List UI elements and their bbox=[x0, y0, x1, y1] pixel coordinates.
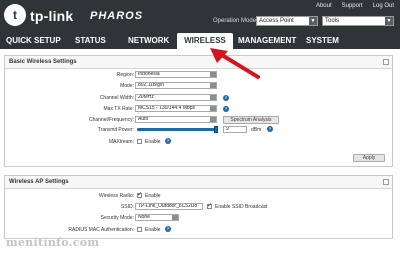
region-select[interactable]: Indonesia bbox=[135, 71, 217, 78]
brand-name: tp-link bbox=[30, 8, 74, 24]
operation-mode-label: Operation Mode: bbox=[213, 18, 258, 24]
security-mode-label: Security Mode: bbox=[100, 215, 134, 221]
wireless-ap-section: Wireless AP Settings Wireless Radio: Ena… bbox=[4, 175, 393, 239]
section-title: Wireless AP Settings bbox=[5, 176, 392, 189]
transmit-power-label: Transmit Power: bbox=[97, 127, 134, 133]
product-name: PHAROS bbox=[90, 10, 144, 22]
support-link[interactable]: Support bbox=[342, 3, 363, 9]
help-icon[interactable]: ? bbox=[165, 226, 171, 232]
top-links: About Support Log Out bbox=[316, 3, 394, 9]
radius-mac-auth-checkbox[interactable] bbox=[137, 227, 142, 232]
apply-button[interactable]: Apply bbox=[353, 154, 385, 162]
watermark: menitinfo.com bbox=[6, 236, 100, 249]
slider-handle[interactable] bbox=[214, 126, 218, 133]
operation-mode-select[interactable]: Access Point ▼ bbox=[256, 16, 318, 26]
basic-wireless-section: Basic Wireless Settings Region: Indonesi… bbox=[4, 55, 393, 167]
chevron-down-icon bbox=[210, 83, 216, 88]
help-icon[interactable]: ? bbox=[165, 138, 171, 144]
channel-frequency-select[interactable]: Auto bbox=[135, 116, 217, 123]
ssid-broadcast-label: Enable SSID Broadcast bbox=[215, 204, 268, 210]
maxtream-enable-label: Enable bbox=[145, 139, 161, 145]
transmit-power-input[interactable]: 9 bbox=[223, 126, 247, 133]
tools-select[interactable]: Tools ▼ bbox=[322, 16, 394, 26]
chevron-down-icon bbox=[210, 95, 216, 100]
section-title: Basic Wireless Settings bbox=[5, 56, 392, 69]
wireless-radio-checkbox[interactable] bbox=[137, 191, 142, 198]
max-tx-rate-label: Max TX Rate: bbox=[103, 106, 134, 112]
help-icon[interactable]: ? bbox=[223, 106, 229, 112]
help-icon[interactable]: ? bbox=[267, 126, 273, 132]
router-admin-page: t tp-link PHAROS About Support Log Out O… bbox=[0, 0, 400, 253]
maxtream-checkbox[interactable] bbox=[137, 139, 142, 144]
ssid-broadcast-checkbox[interactable] bbox=[207, 202, 212, 209]
channel-width-select[interactable]: 20MHz bbox=[135, 94, 217, 101]
nav-quick-setup[interactable]: QUICK SETUP bbox=[6, 33, 61, 49]
chevron-down-icon: ▼ bbox=[309, 17, 317, 25]
channel-width-label: Channel Width: bbox=[99, 95, 134, 101]
security-mode-select[interactable]: None bbox=[135, 214, 179, 221]
region-label: Region: bbox=[116, 72, 134, 78]
collapse-icon[interactable] bbox=[383, 179, 389, 185]
chevron-down-icon bbox=[172, 215, 178, 220]
chevron-down-icon bbox=[210, 106, 216, 111]
dbm-unit: dBm bbox=[251, 127, 262, 133]
red-arrow-annotation bbox=[210, 48, 260, 79]
chevron-down-icon: ▼ bbox=[385, 17, 393, 25]
logout-link[interactable]: Log Out bbox=[373, 3, 394, 9]
max-tx-rate-select[interactable]: MCS15 - 130/144.4 Mbps bbox=[135, 105, 217, 112]
nav-status[interactable]: STATUS bbox=[75, 33, 106, 49]
about-link[interactable]: About bbox=[316, 3, 332, 9]
ssid-label: SSID: bbox=[120, 204, 134, 210]
tp-link-logo-icon: t bbox=[4, 4, 26, 26]
top-header: t tp-link PHAROS About Support Log Out O… bbox=[0, 0, 400, 33]
channel-frequency-label: Channel/Frequency: bbox=[88, 117, 134, 123]
main-nav: QUICK SETUP STATUS NETWORK WIRELESS MANA… bbox=[0, 33, 400, 49]
wireless-radio-enable-label: Enable bbox=[145, 193, 161, 199]
mode-label: Mode: bbox=[120, 83, 134, 89]
radius-mac-auth-label: RADIUS MAC Authentication: bbox=[68, 227, 134, 233]
wireless-radio-label: Wireless Radio: bbox=[98, 193, 134, 199]
collapse-icon[interactable] bbox=[383, 59, 389, 65]
chevron-down-icon bbox=[210, 117, 216, 122]
spectrum-analysis-button[interactable]: Spectrum Analysis bbox=[223, 116, 279, 124]
radius-enable-label: Enable bbox=[145, 227, 161, 233]
nav-network[interactable]: NETWORK bbox=[128, 33, 169, 49]
ssid-input[interactable]: TP-Link_Outdoor_6C52D8 bbox=[135, 203, 203, 210]
help-icon[interactable]: ? bbox=[223, 95, 229, 101]
mode-select[interactable]: 802.11b/g/n bbox=[135, 82, 217, 89]
nav-system[interactable]: SYSTEM bbox=[306, 33, 339, 49]
transmit-power-slider[interactable] bbox=[137, 128, 217, 131]
maxtream-label: MAXtream: bbox=[108, 139, 134, 145]
